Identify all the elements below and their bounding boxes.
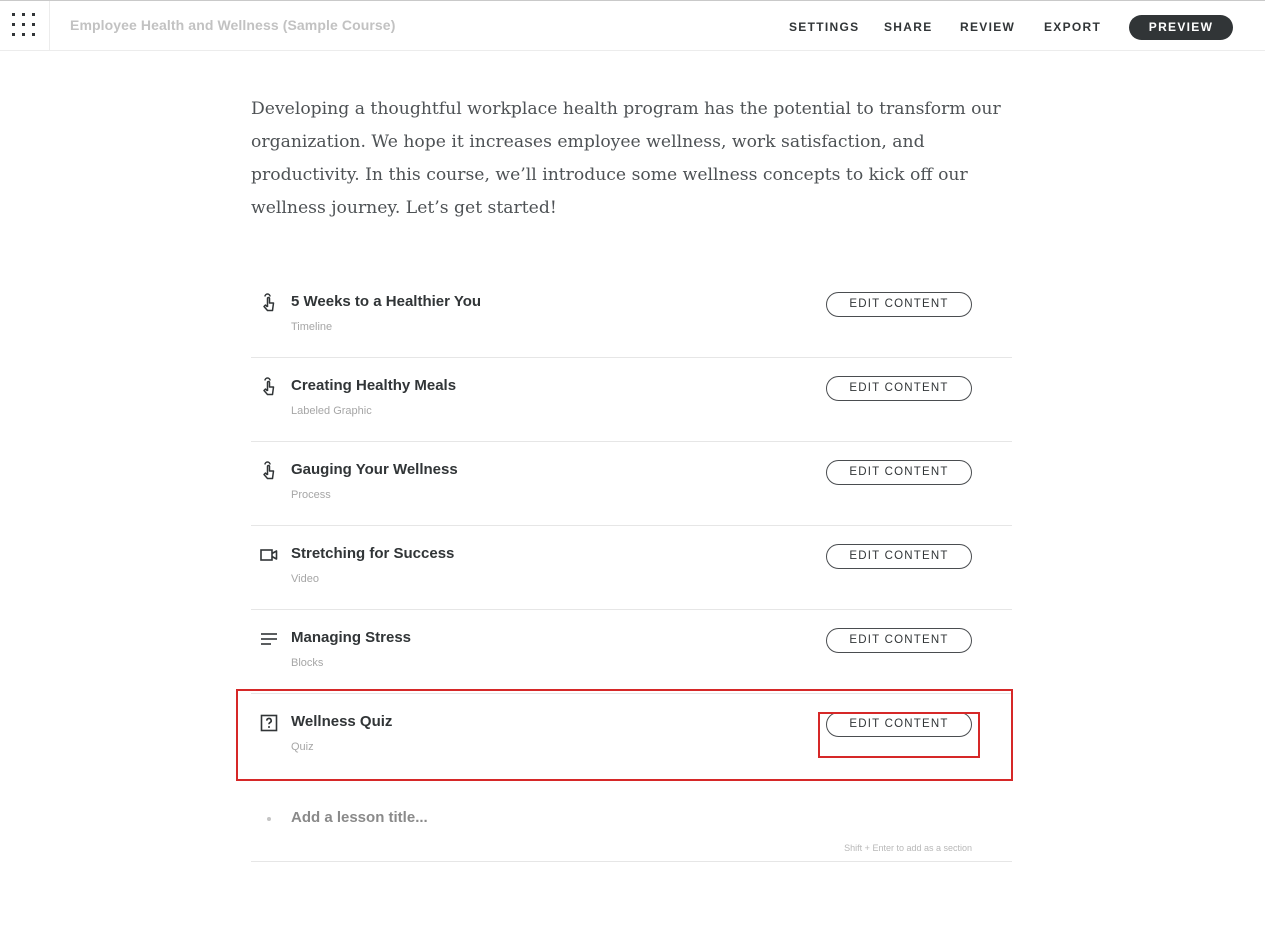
lesson-row: Creating Healthy Meals Labeled Graphic E… (251, 358, 1012, 442)
bullet-dot (267, 817, 271, 821)
lesson-row: Stretching for Success Video EDIT CONTEN… (251, 526, 1012, 610)
edit-content-button[interactable]: EDIT CONTENT (826, 292, 972, 317)
lesson-title[interactable]: Gauging Your Wellness (291, 461, 458, 478)
add-lesson-hint: Shift + Enter to add as a section (844, 843, 972, 853)
edit-content-button[interactable]: EDIT CONTENT (826, 376, 972, 401)
interactive-hand-icon (263, 293, 275, 312)
highlight-box-button (818, 712, 980, 758)
grid-icon (12, 13, 35, 36)
lesson-row: Gauging Your Wellness Process EDIT CONTE… (251, 442, 1012, 526)
lesson-type: Blocks (291, 657, 324, 669)
lesson-type: Process (291, 489, 331, 501)
lesson-row: 5 Weeks to a Healthier You Timeline EDIT… (251, 274, 1012, 358)
lesson-title[interactable]: Creating Healthy Meals (291, 377, 456, 394)
menu-button[interactable] (0, 1, 50, 51)
course-description: Developing a thoughtful workplace health… (251, 99, 1001, 218)
lesson-type: Labeled Graphic (291, 405, 372, 417)
text-lines-icon (261, 633, 277, 645)
lesson-row: Managing Stress Blocks EDIT CONTENT (251, 610, 1012, 694)
interactive-hand-icon (263, 461, 275, 480)
edit-content-button[interactable]: EDIT CONTENT (826, 628, 972, 653)
video-camera-icon (260, 549, 278, 561)
share-link[interactable]: SHARE (884, 20, 933, 34)
lesson-title[interactable]: 5 Weeks to a Healthier You (291, 293, 481, 310)
interactive-hand-icon (263, 377, 275, 396)
edit-content-button[interactable]: EDIT CONTENT (826, 460, 972, 485)
settings-link[interactable]: SETTINGS (789, 20, 859, 34)
top-bar: Employee Health and Wellness (Sample Cou… (0, 0, 1265, 51)
add-lesson-row: Add a lesson title... Shift + Enter to a… (251, 781, 1012, 862)
preview-button[interactable]: PREVIEW (1129, 15, 1233, 40)
course-title[interactable]: Employee Health and Wellness (Sample Cou… (70, 17, 395, 33)
lesson-title[interactable]: Stretching for Success (291, 545, 454, 562)
export-link[interactable]: EXPORT (1044, 20, 1101, 34)
lesson-type: Timeline (291, 321, 333, 333)
lesson-title[interactable]: Managing Stress (291, 629, 411, 646)
edit-content-button[interactable]: EDIT CONTENT (826, 544, 972, 569)
lesson-type: Video (291, 573, 319, 585)
add-lesson-input[interactable]: Add a lesson title... (291, 809, 428, 826)
review-link[interactable]: REVIEW (960, 20, 1015, 34)
